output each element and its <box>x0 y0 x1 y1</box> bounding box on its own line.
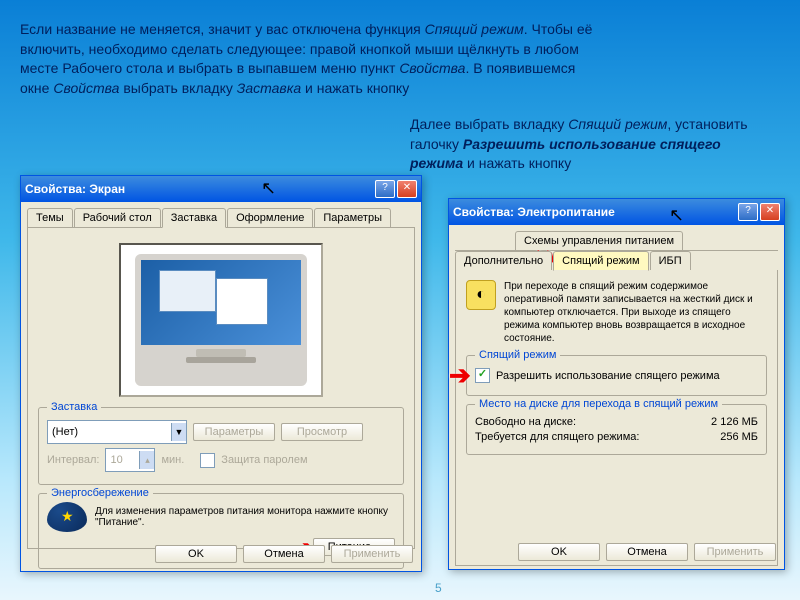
page-number: 5 <box>435 581 442 595</box>
interval-label: Интервал: <box>47 454 99 466</box>
free-disk-label: Свободно на диске: <box>475 416 576 428</box>
titlebar[interactable]: Свойства: Экран ? ✕ <box>21 176 421 202</box>
energy-star-icon <box>47 502 87 532</box>
interval-unit: мин. <box>161 454 184 466</box>
password-checkbox[interactable] <box>200 453 215 468</box>
display-properties-dialog: Свойства: Экран ? ✕ ↖ Темы Рабочий стол … <box>20 175 422 572</box>
dialog-buttons: OK Отмена Применить <box>518 543 776 561</box>
enable-hibernate-label: Разрешить использование спящего режима <box>496 370 720 382</box>
tab-screensaver[interactable]: Заставка <box>162 208 226 228</box>
tab-hibernate[interactable]: Спящий режим <box>553 251 648 271</box>
window-title: Свойства: Экран <box>25 182 125 196</box>
preview-button[interactable]: Просмотр <box>281 423 363 441</box>
red-arrow-icon: ➔ <box>449 362 471 388</box>
cancel-button[interactable]: Отмена <box>606 543 688 561</box>
group-label: Место на диске для перехода в спящий реж… <box>475 398 722 410</box>
instruction-text-2: Далее выбрать вкладку Спящий режим, уста… <box>410 115 770 174</box>
instruction-text-1: Если название не меняется, значит у вас … <box>20 20 600 98</box>
tab-settings[interactable]: Параметры <box>314 208 391 227</box>
required-disk-value: 256 МБ <box>720 431 758 443</box>
group-label: Заставка <box>47 401 101 413</box>
hibernate-description: При переходе в спящий режим содержимое о… <box>504 280 767 345</box>
help-button[interactable]: ? <box>738 203 758 221</box>
tab-appearance[interactable]: Оформление <box>227 208 313 227</box>
tab-row: Темы Рабочий стол Заставка Оформление Па… <box>27 208 415 228</box>
window-title: Свойства: Электропитание <box>453 205 615 219</box>
required-disk-label: Требуется для спящего режима: <box>475 431 639 443</box>
password-label: Защита паролем <box>221 454 307 466</box>
ok-button[interactable]: OK <box>155 545 237 563</box>
free-disk-value: 2 126 МБ <box>711 416 758 428</box>
group-label: Спящий режим <box>475 349 560 361</box>
tab-content: Заставка (Нет)▼ Параметры Просмотр Интер… <box>27 228 415 549</box>
group-label: Энергосбережение <box>47 487 153 499</box>
tab-advanced[interactable]: Дополнительно <box>455 251 552 270</box>
screensaver-group: Заставка (Нет)▼ Параметры Просмотр Интер… <box>38 407 404 485</box>
tab-themes[interactable]: Темы <box>27 208 73 227</box>
monitor-preview <box>119 243 323 397</box>
cursor-icon: ↖ <box>669 205 684 226</box>
screensaver-select[interactable]: (Нет)▼ <box>47 420 187 444</box>
power-options-dialog: Свойства: Электропитание ? ✕ ↖ Схемы упр… <box>448 198 785 570</box>
dialog-buttons: OK Отмена Применить <box>155 545 413 563</box>
settings-button[interactable]: Параметры <box>193 423 275 441</box>
disk-space-group: Место на диске для перехода в спящий реж… <box>466 404 767 455</box>
cursor-icon: ↖ <box>261 178 276 199</box>
help-button[interactable]: ? <box>375 180 395 198</box>
tab-content: ◐ При переходе в спящий режим содержимое… <box>455 270 778 566</box>
interval-spinner[interactable]: 10▴ <box>105 448 155 472</box>
apply-button[interactable]: Применить <box>694 543 776 561</box>
apply-button[interactable]: Применить <box>331 545 413 563</box>
ok-button[interactable]: OK <box>518 543 600 561</box>
close-button[interactable]: ✕ <box>397 180 417 198</box>
close-button[interactable]: ✕ <box>760 203 780 221</box>
titlebar[interactable]: Свойства: Электропитание ? ✕ <box>449 199 784 225</box>
tab-desktop[interactable]: Рабочий стол <box>74 208 161 227</box>
hibernate-icon: ◐ <box>466 280 496 310</box>
tab-ups[interactable]: ИБП <box>650 251 691 270</box>
chevron-down-icon: ▼ <box>171 423 186 441</box>
hibernate-group: Спящий режим ➔ Разрешить использование с… <box>466 355 767 396</box>
enable-hibernate-checkbox[interactable] <box>475 368 490 383</box>
cancel-button[interactable]: Отмена <box>243 545 325 563</box>
energy-text: Для изменения параметров питания монитор… <box>95 506 395 528</box>
